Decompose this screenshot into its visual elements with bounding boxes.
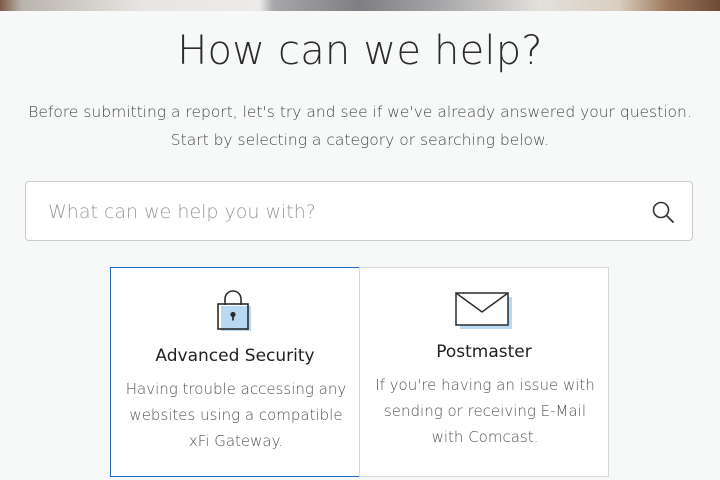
envelope-icon <box>455 292 512 329</box>
search-icon[interactable] <box>652 201 674 223</box>
category-card-title: Advanced Security <box>155 346 315 366</box>
page-subtitle-line-1: Before submitting a report, let's try an… <box>28 103 692 121</box>
search-box[interactable] <box>25 181 693 242</box>
category-card-advanced-security[interactable]: Advanced Security Having trouble accessi… <box>110 267 360 477</box>
hero-image-strip <box>0 0 720 11</box>
page-title: How can we help? <box>177 28 543 74</box>
category-card-description: Having trouble accessing any websites us… <box>125 380 347 450</box>
page-subtitle-line-2: Start by selecting a category or searchi… <box>170 131 550 149</box>
category-card-postmaster[interactable]: Postmaster If you're having an issue wit… <box>359 267 609 477</box>
search-input[interactable] <box>46 182 640 242</box>
padlock-icon <box>217 290 251 331</box>
category-card-title: Postmaster <box>436 342 532 362</box>
category-card-description: If you're having an issue with sending o… <box>375 376 595 446</box>
